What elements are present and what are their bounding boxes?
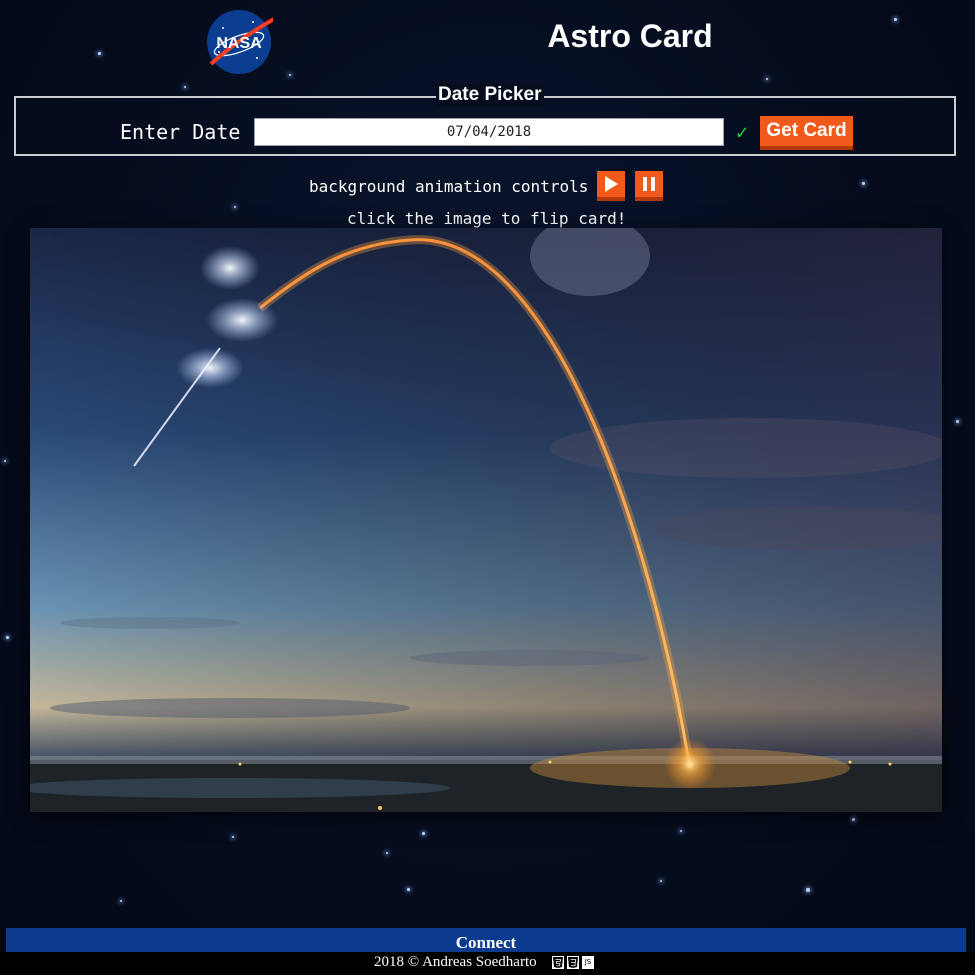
star [862, 182, 865, 185]
animation-controls-label: background animation controls [309, 177, 589, 196]
star [660, 880, 662, 882]
date-picker-fieldset: Date Picker Enter Date 07/04/2018 ✓ Get … [14, 84, 956, 156]
star [386, 852, 388, 854]
star [806, 888, 810, 892]
card-image[interactable] [30, 228, 942, 812]
nasa-logo-text: NASA [216, 35, 262, 52]
star [422, 832, 425, 835]
star [120, 900, 122, 902]
page: NASA Astro Card Date Picker Enter Date 0… [0, 0, 975, 975]
css3-icon[interactable] [567, 956, 579, 969]
app-title: Astro Card [547, 18, 713, 54]
star [680, 830, 682, 832]
nasa-logo: NASA [205, 8, 284, 76]
tech-icons: JS [552, 956, 594, 970]
pause-button[interactable] [635, 171, 663, 201]
footer-credit: 2018 © Andreas Soedharto [374, 954, 537, 970]
play-button[interactable] [597, 171, 625, 201]
star [766, 78, 768, 80]
star [852, 818, 855, 821]
star [232, 836, 234, 838]
star [184, 86, 186, 88]
star [234, 206, 236, 208]
star [289, 74, 291, 76]
footer-connect[interactable]: Connect [6, 928, 966, 952]
check-icon: ✓ [736, 120, 749, 144]
date-input[interactable]: 07/04/2018 [254, 118, 724, 146]
date-picker-legend: Date Picker [436, 84, 544, 106]
star [6, 636, 9, 639]
js-icon[interactable]: JS [582, 956, 594, 969]
star [98, 52, 101, 55]
html5-icon[interactable] [552, 956, 564, 969]
flip-card-hint: click the image to flip card! [347, 209, 627, 228]
star [956, 420, 959, 423]
play-icon [605, 176, 618, 192]
star [4, 460, 6, 462]
rocket-launch-image [30, 228, 942, 812]
pause-icon [643, 177, 655, 191]
star [407, 888, 410, 891]
star [894, 18, 897, 21]
enter-date-label: Enter Date [120, 120, 241, 144]
get-card-button[interactable]: Get Card [760, 116, 853, 150]
